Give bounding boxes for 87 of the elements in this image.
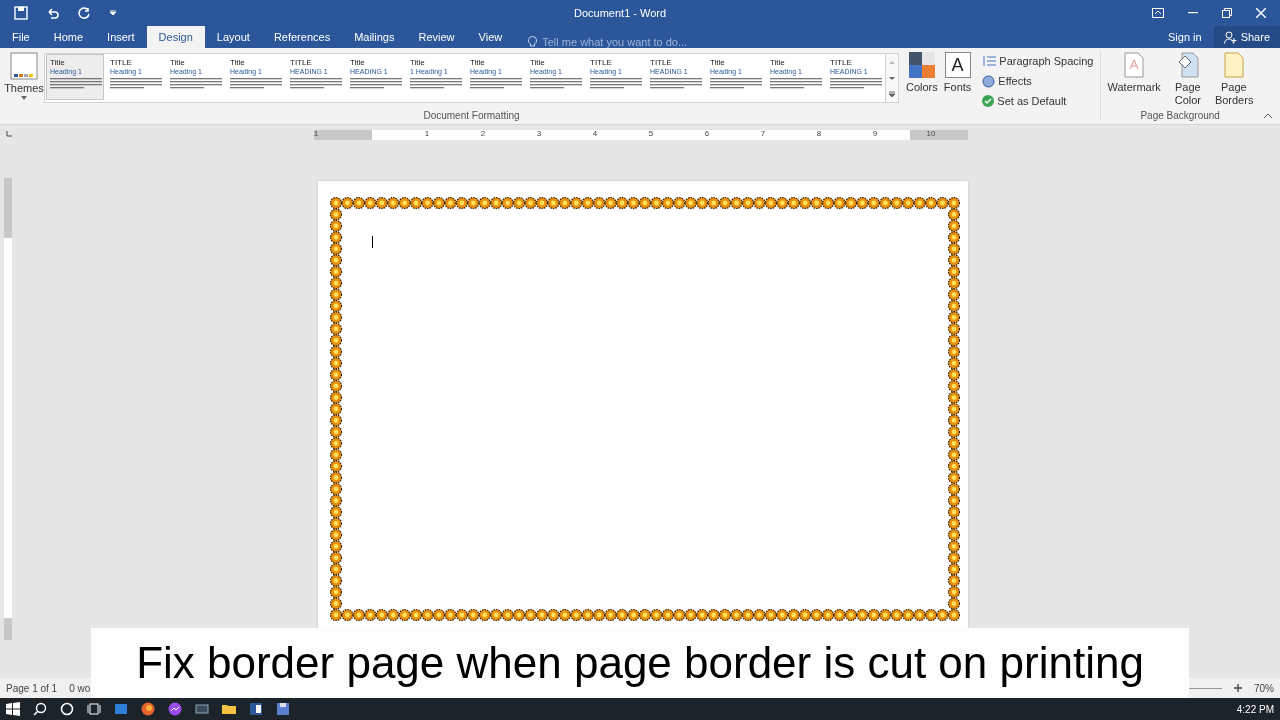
ruler-number: 10 (926, 129, 936, 139)
text-lines-drawing (110, 77, 162, 91)
sign-in-link[interactable]: Sign in (1168, 31, 1202, 43)
ribbon-tab[interactable]: Home (41, 26, 96, 48)
chat-icon[interactable] (168, 702, 182, 716)
task-view-icon[interactable] (87, 702, 101, 716)
check-icon (982, 95, 995, 107)
minimize-icon[interactable] (1188, 12, 1198, 14)
lightbulb-icon (528, 36, 538, 48)
ribbon-tab[interactable]: File (0, 26, 42, 48)
windows-start-icon[interactable] (6, 702, 20, 716)
set-as-default-button[interactable]: Set as Default (980, 92, 1096, 110)
app-icon[interactable] (195, 702, 209, 716)
text-lines-drawing (530, 77, 582, 91)
text-lines-drawing (290, 77, 342, 91)
word-app-icon[interactable] (249, 702, 263, 716)
watermark-button[interactable]: Watermark (1104, 48, 1164, 107)
ribbon-tab[interactable]: References (261, 26, 343, 48)
paragraph-spacing-button[interactable]: Paragraph Spacing (980, 52, 1096, 70)
text-lines-drawing (710, 77, 762, 91)
text-lines-drawing (230, 77, 282, 91)
ribbon-tab[interactable]: Insert (95, 26, 147, 48)
app-icon[interactable] (114, 702, 128, 716)
page-borders-icon (1223, 52, 1244, 78)
ruler-number: 5 (648, 129, 654, 139)
group-label: Document Formatting (423, 110, 520, 121)
watermark-icon (1124, 52, 1145, 78)
page-color-icon (1176, 52, 1199, 78)
text-lines-drawing (350, 77, 402, 91)
ruler-number: 1 (424, 129, 430, 139)
close-icon[interactable] (1256, 8, 1266, 18)
share-button[interactable]: Share (1213, 26, 1280, 48)
page-borders-button[interactable]: Page Borders (1211, 48, 1256, 107)
ribbon-tab[interactable]: Layout (204, 26, 262, 48)
undo-icon[interactable] (46, 7, 60, 19)
save-icon[interactable] (14, 6, 28, 20)
ribbon-tab[interactable]: Design (146, 26, 205, 48)
search-icon[interactable] (33, 702, 47, 716)
ruler-number: 6 (704, 129, 710, 139)
ribbon-tab[interactable]: Review (406, 26, 467, 48)
zoom-in-icon[interactable] (1234, 684, 1242, 692)
ruler-number: 4 (592, 129, 598, 139)
caret-icon (21, 96, 27, 100)
word-count: 0 wo (69, 682, 91, 694)
page-color-button[interactable]: Page Color (1165, 48, 1210, 107)
effects-icon (982, 74, 996, 88)
effects-button[interactable]: Effects (980, 72, 1096, 90)
ribbon-tab[interactable]: View (466, 26, 515, 48)
group-label: Page Background (1140, 110, 1220, 121)
window-title: Document1 - Word (574, 7, 668, 19)
ruler-number: 9 (872, 129, 878, 139)
ribbon-tab[interactable]: Mailings (342, 26, 407, 48)
text-cursor (372, 236, 373, 248)
text-lines-drawing (470, 77, 522, 91)
text-lines-drawing (650, 77, 702, 91)
colors-button[interactable]: Colors (903, 48, 941, 124)
text-lines-drawing (590, 77, 642, 91)
ruler-number: 8 (816, 129, 822, 139)
circle-icon[interactable] (60, 702, 74, 716)
themes-icon (10, 52, 38, 80)
tell-me-field[interactable]: Tell me what you want to do... (542, 36, 743, 48)
add-person-icon (1223, 30, 1237, 44)
color-swatch-icon (908, 52, 935, 78)
text-lines-drawing (170, 77, 222, 91)
collapse-ribbon-icon[interactable] (1264, 113, 1272, 118)
redo-icon[interactable] (78, 6, 91, 20)
page-count: Page 1 of 1 (6, 682, 58, 694)
ruler-number: 1 (313, 129, 319, 139)
ribbon-display-icon[interactable] (1152, 8, 1164, 18)
ruler-number: 2 (480, 129, 486, 139)
ruler-number: 7 (760, 129, 766, 139)
folder-icon[interactable] (222, 702, 236, 716)
text-lines-drawing (830, 77, 882, 91)
fonts-button[interactable]: A Fonts (940, 48, 975, 124)
tab-selector-icon (5, 130, 13, 138)
text-lines-drawing (410, 77, 462, 91)
browser-icon[interactable] (141, 702, 155, 716)
zoom-level[interactable]: 70% (1254, 682, 1274, 694)
text-lines-drawing (50, 77, 102, 91)
restore-icon[interactable] (1222, 8, 1232, 18)
clock-time: 4:22 PM (1236, 703, 1274, 715)
video-caption: Fix border page when page border is cut on printing (91, 628, 1189, 698)
paragraph-spacing-icon (982, 55, 997, 67)
text-lines-drawing (770, 77, 822, 91)
ruler-number: 3 (536, 129, 542, 139)
caret-icon[interactable] (109, 10, 117, 16)
themes-button[interactable]: Themes (4, 52, 44, 124)
